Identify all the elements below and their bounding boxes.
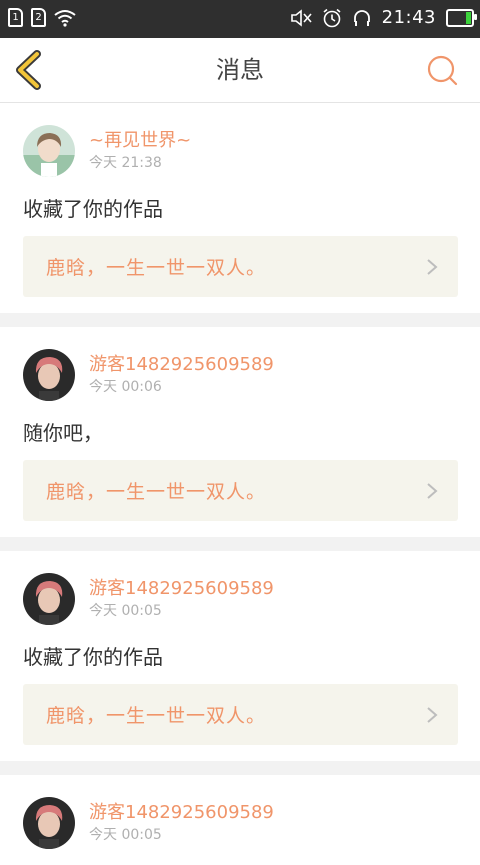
chevron-right-icon: [427, 483, 438, 499]
search-button[interactable]: [426, 54, 460, 88]
username[interactable]: ~再见世界~: [89, 130, 191, 152]
work-link[interactable]: 鹿晗，一生一世一双人。: [23, 684, 458, 745]
alarm-icon: [323, 8, 341, 27]
sim1-icon: 1: [8, 8, 23, 27]
username[interactable]: 游客1482925609589: [89, 802, 274, 824]
work-link[interactable]: 鹿晗，一生一世一双人。: [23, 460, 458, 521]
clock-time: 21:43: [381, 7, 436, 28]
status-bar: 1 2 21:43: [0, 0, 480, 38]
work-title: 鹿晗，一生一世一双人。: [46, 705, 267, 727]
top-nav-bar: 消息: [0, 38, 480, 103]
card-divider: [0, 313, 480, 327]
work-title: 鹿晗，一生一世一双人。: [46, 481, 267, 503]
message-text: 收藏了你的作品: [23, 645, 163, 669]
user-avatar[interactable]: [23, 125, 75, 177]
timestamp: 今天 21:38: [89, 154, 162, 171]
wifi-icon: [54, 9, 76, 27]
message-card: 游客1482925609589 今天 00:05 收藏了你的作品 鹿晗，一生一世…: [0, 551, 480, 761]
chevron-left-icon: [16, 50, 41, 90]
message-card: 游客1482925609589 今天 00:06 随你吧， 鹿晗，一生一世一双人…: [0, 327, 480, 537]
card-divider: [0, 761, 480, 775]
message-card: 游客1482925609589 今天 00:05: [0, 775, 480, 865]
message-list: ~再见世界~ 今天 21:38 收藏了你的作品 鹿晗，一生一世一双人。 游客14…: [0, 103, 480, 865]
work-title: 鹿晗，一生一世一双人。: [46, 257, 267, 279]
chevron-right-icon: [427, 259, 438, 275]
user-avatar[interactable]: [23, 349, 75, 401]
username[interactable]: 游客1482925609589: [89, 578, 274, 600]
message-card: ~再见世界~ 今天 21:38 收藏了你的作品 鹿晗，一生一世一双人。: [0, 103, 480, 313]
card-divider: [0, 537, 480, 551]
page-title: 消息: [216, 56, 264, 84]
timestamp: 今天 00:05: [89, 826, 162, 843]
back-button[interactable]: [12, 50, 46, 90]
work-link[interactable]: 鹿晗，一生一世一双人。: [23, 236, 458, 297]
message-text: 收藏了你的作品: [23, 197, 163, 221]
username[interactable]: 游客1482925609589: [89, 354, 274, 376]
sim1-label: 1: [12, 12, 19, 23]
message-text: 随你吧，: [23, 421, 103, 445]
timestamp: 今天 00:06: [89, 378, 162, 395]
battery-icon: [446, 8, 477, 27]
chevron-right-icon: [427, 707, 438, 723]
timestamp: 今天 00:05: [89, 602, 162, 619]
headset-icon: [353, 9, 370, 26]
sim2-icon: 2: [31, 8, 46, 27]
mute-icon: [290, 8, 312, 27]
sim2-label: 2: [35, 12, 42, 23]
user-avatar[interactable]: [23, 573, 75, 625]
search-icon: [427, 55, 458, 86]
user-avatar[interactable]: [23, 797, 75, 849]
